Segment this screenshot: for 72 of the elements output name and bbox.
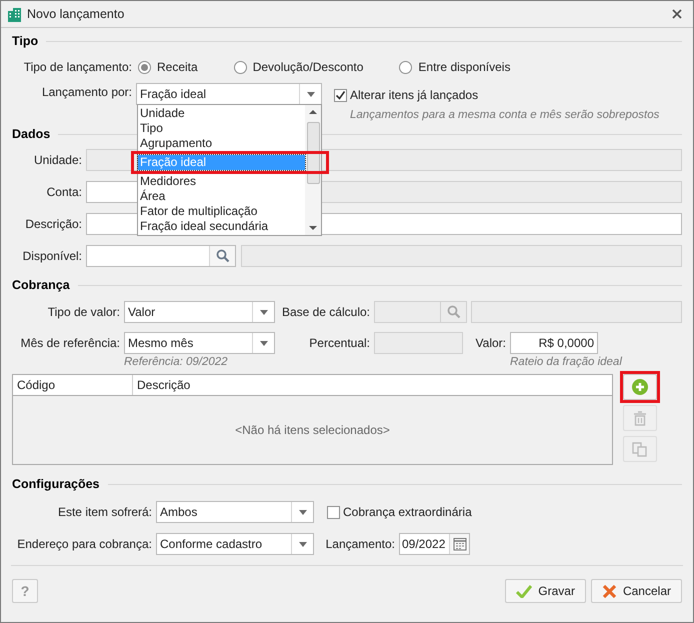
caret-icon (298, 510, 306, 514)
input-field[interactable] (241, 245, 682, 267)
dropdown-option[interactable]: Tipo (138, 121, 305, 136)
close-icon[interactable] (671, 8, 683, 20)
x-icon (602, 584, 617, 598)
dropdown-select[interactable]: Valor (124, 301, 275, 323)
building-icon (7, 6, 22, 22)
checkbox-label: Cobrança extraordinária (343, 504, 472, 521)
caret-icon (260, 340, 268, 346)
dropdown-select[interactable]: Mesmo mês (124, 332, 275, 354)
field-label: Base de cálculo: (282, 304, 370, 321)
field-label: Unidade: (34, 152, 82, 169)
field-label: Percentual: (309, 335, 370, 352)
copy-icon (632, 441, 648, 457)
input-field[interactable] (374, 332, 463, 354)
lookup-field[interactable] (374, 301, 467, 323)
field-label: Descrição: (25, 216, 82, 233)
save-button[interactable]: Gravar (505, 579, 586, 603)
dropdown-option[interactable]: Agrupamento (138, 136, 305, 151)
checkbox[interactable] (334, 88, 347, 102)
field-label: Tipo de valor: (48, 304, 120, 321)
input-field[interactable]: R$ 0,0000 (510, 332, 598, 354)
field-label: Tipo de lançamento: (24, 59, 132, 76)
column-header[interactable]: Código (13, 375, 133, 395)
hint-text: Rateio da fração ideal (510, 355, 622, 370)
lookup-field[interactable] (86, 245, 236, 267)
dropdown-select[interactable]: Conforme cadastro (156, 533, 314, 555)
radio-button[interactable] (399, 60, 412, 74)
caret-icon (306, 92, 314, 96)
dropdown-option[interactable]: Fração ideal secundária (138, 219, 305, 234)
radio-label: Entre disponíveis (418, 59, 510, 76)
column-header[interactable]: Descrição (133, 375, 612, 395)
radio-button[interactable] (234, 60, 247, 74)
dropdown-select[interactable]: Ambos (156, 501, 314, 523)
hint-text: Referência: 09/2022 (124, 355, 229, 370)
date-field[interactable]: 09/2022 (399, 533, 470, 555)
empty-message: <Não há itens selecionados> (235, 422, 390, 439)
field-label: Valor: (476, 335, 506, 352)
field-label: Disponível: (22, 248, 82, 265)
trash-icon (633, 410, 647, 426)
field-label: Mês de referência: (20, 335, 120, 352)
field-label: Conta: (46, 184, 82, 201)
search-icon (216, 249, 230, 263)
dropdown-select[interactable]: Fração ideal (136, 83, 322, 105)
caret-icon (298, 542, 306, 546)
field-label: Endereço para cobrança: (17, 536, 152, 553)
caret-icon (260, 310, 268, 314)
dropdown-option[interactable]: Medidores (138, 174, 305, 189)
section-heading: Dados (12, 126, 50, 143)
cancel-button[interactable]: Cancelar (590, 579, 682, 603)
search-icon (446, 305, 460, 319)
plus-icon (632, 379, 648, 395)
checkmark-icon (516, 584, 532, 598)
field-label: Este item sofrerá: (58, 504, 152, 521)
dropdown-option[interactable]: Unidade (138, 106, 305, 121)
radio-button[interactable] (138, 60, 151, 74)
calendar-icon (452, 537, 466, 551)
checkbox-label: Alterar itens já lançados (350, 87, 478, 104)
dropdown-option[interactable]: Área (138, 189, 305, 204)
dropdown-option[interactable]: Fator de multiplicação (138, 204, 305, 219)
hint-text: Lançamentos para a mesma conta e mês serão sobrepostos (350, 108, 660, 123)
section-heading: Tipo (12, 32, 38, 50)
field-label: Lançamento: (326, 536, 395, 553)
radio-label: Receita (157, 59, 198, 76)
section-heading: Cobrança (12, 276, 70, 294)
window-title: Novo lançamento (27, 6, 126, 23)
scrollbar[interactable] (305, 105, 321, 235)
field-label: Lançamento por: (42, 84, 132, 101)
checkbox[interactable] (327, 506, 340, 518)
input-field[interactable] (471, 301, 682, 323)
radio-label: Devolução/Desconto (252, 59, 364, 76)
section-heading: Configurações (12, 476, 100, 493)
